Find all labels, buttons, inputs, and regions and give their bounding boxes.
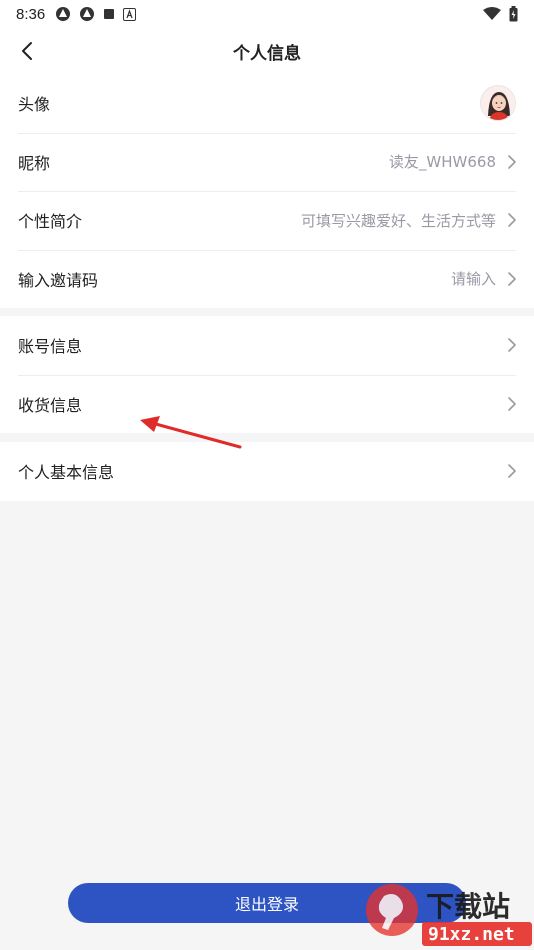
avatar-row[interactable]: 头像 bbox=[0, 74, 534, 133]
invite-code-right: 请输入 bbox=[451, 268, 516, 289]
nickname-right: 读友_WHW668 bbox=[389, 151, 516, 172]
chevron-left-icon bbox=[22, 42, 32, 60]
wifi-icon bbox=[483, 7, 501, 20]
account-section: 账号信息 收货信息 bbox=[0, 316, 534, 433]
chevron-right-icon bbox=[508, 213, 516, 228]
basic-info-row[interactable]: 个人基本信息 bbox=[0, 442, 534, 501]
keyboard-notification-icon bbox=[123, 7, 137, 21]
status-bar: 8:36 bbox=[0, 0, 534, 28]
invite-code-row[interactable]: 输入邀请码 请输入 bbox=[0, 249, 534, 309]
shipping-info-right bbox=[508, 396, 516, 411]
battery-icon bbox=[509, 6, 518, 22]
status-icons-right bbox=[483, 6, 518, 22]
bio-right: 可填写兴趣爱好、生活方式等 bbox=[301, 210, 516, 231]
chevron-right-icon bbox=[508, 338, 516, 353]
nav-bar: 个人信息 bbox=[0, 28, 534, 74]
page-title: 个人信息 bbox=[233, 43, 301, 64]
basic-info-section: 个人基本信息 bbox=[0, 442, 534, 501]
invite-code-placeholder: 请输入 bbox=[450, 270, 496, 289]
app-notification-icon bbox=[56, 7, 71, 21]
invite-code-label: 输入邀请码 bbox=[18, 270, 99, 290]
chevron-right-icon bbox=[508, 271, 516, 286]
nickname-value: 读友_WHW668 bbox=[388, 153, 496, 172]
account-info-right bbox=[508, 338, 516, 353]
annotation-arrow-icon bbox=[140, 416, 242, 449]
shipping-info-row[interactable]: 收货信息 bbox=[0, 374, 534, 434]
watermark-site: 91xz.net bbox=[428, 924, 515, 945]
status-icons-left bbox=[55, 6, 137, 22]
avatar[interactable] bbox=[480, 85, 516, 122]
chevron-right-icon bbox=[508, 154, 516, 169]
avatar-right bbox=[480, 85, 516, 122]
stop-square-icon bbox=[104, 9, 115, 19]
app-notification-icon bbox=[80, 7, 95, 21]
chevron-right-icon bbox=[508, 396, 516, 411]
profile-section: 头像 昵称 读友_WHW668 个性简介 可填写兴趣爱好、生活方式等 输入邀请码… bbox=[0, 74, 534, 308]
shipping-info-label: 收货信息 bbox=[18, 395, 83, 415]
bio-placeholder: 可填写兴趣爱好、生活方式等 bbox=[300, 211, 496, 230]
avatar-label: 头像 bbox=[18, 95, 51, 115]
bio-row[interactable]: 个性简介 可填写兴趣爱好、生活方式等 bbox=[0, 191, 534, 250]
nickname-row[interactable]: 昵称 读友_WHW668 bbox=[0, 132, 534, 192]
basic-info-label: 个人基本信息 bbox=[18, 463, 115, 483]
watermark-brand: 下载站 bbox=[426, 890, 510, 923]
avatar-illustration-icon bbox=[481, 86, 515, 121]
account-info-row[interactable]: 账号信息 bbox=[0, 316, 534, 375]
basic-info-right bbox=[508, 464, 516, 479]
nickname-label: 昵称 bbox=[18, 153, 51, 173]
site-watermark-logo-icon: 下载站 91xz.net bbox=[366, 884, 532, 946]
back-button[interactable] bbox=[10, 34, 44, 68]
status-time: 8:36 bbox=[16, 5, 46, 23]
chevron-right-icon bbox=[508, 464, 516, 479]
account-info-label: 账号信息 bbox=[18, 337, 83, 357]
bio-label: 个性简介 bbox=[18, 212, 83, 232]
